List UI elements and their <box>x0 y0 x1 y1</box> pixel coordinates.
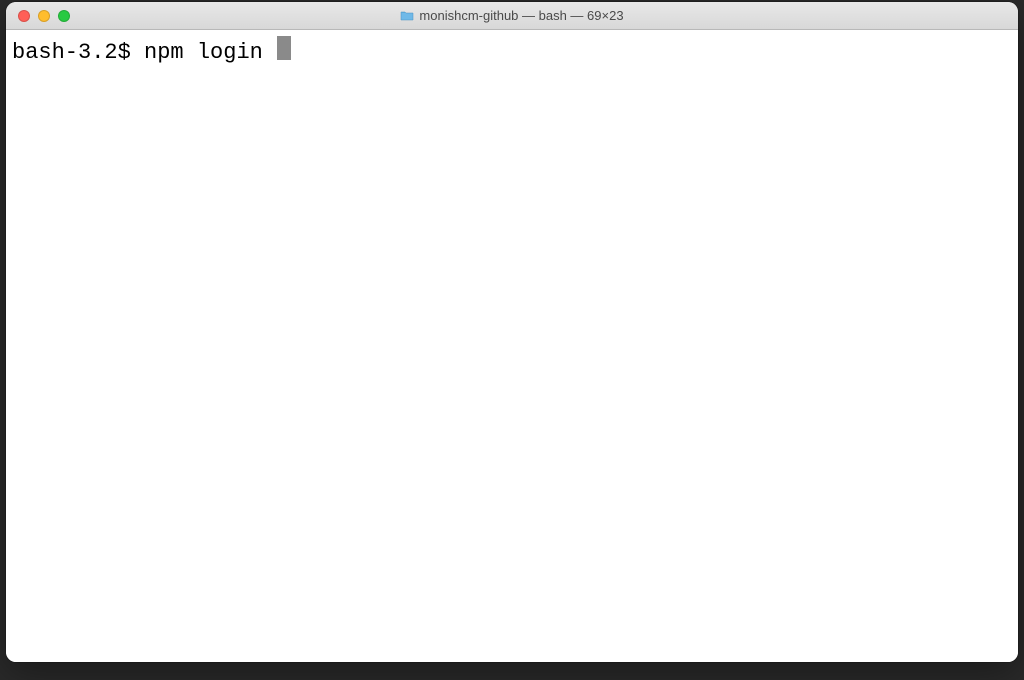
command-text: npm login <box>144 40 276 66</box>
close-button[interactable] <box>18 10 30 22</box>
traffic-lights <box>6 10 70 22</box>
titlebar[interactable]: monishcm-github — bash — 69×23 <box>6 2 1018 30</box>
terminal-line: bash-3.2$ npm login <box>12 34 1012 66</box>
terminal-window: monishcm-github — bash — 69×23 bash-3.2$… <box>6 2 1018 662</box>
window-title: monishcm-github — bash — 69×23 <box>419 8 623 23</box>
folder-icon <box>400 10 414 21</box>
cursor <box>277 36 291 60</box>
shell-prompt: bash-3.2$ <box>12 40 144 66</box>
terminal-body[interactable]: bash-3.2$ npm login <box>6 30 1018 662</box>
zoom-button[interactable] <box>58 10 70 22</box>
minimize-button[interactable] <box>38 10 50 22</box>
title-center: monishcm-github — bash — 69×23 <box>6 8 1018 23</box>
